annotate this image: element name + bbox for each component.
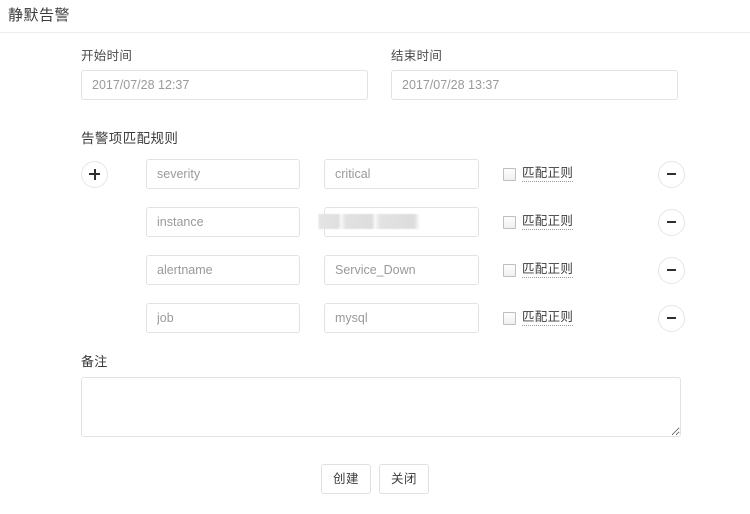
- footer-actions: 创建 关闭: [0, 464, 750, 494]
- page-title: 静默告警: [8, 7, 71, 24]
- remove-rule-button[interactable]: [658, 256, 685, 284]
- remark-textarea[interactable]: [81, 377, 681, 437]
- add-rule-slot-placeholder: [81, 257, 146, 284]
- remove-rule-button[interactable]: [658, 208, 685, 236]
- create-button[interactable]: 创建: [320, 464, 371, 494]
- regex-cell: 匹配正则: [503, 310, 623, 326]
- regex-label[interactable]: 匹配正则: [522, 214, 574, 230]
- add-rule-slot-placeholder: [81, 209, 146, 236]
- regex-label[interactable]: 匹配正则: [522, 262, 574, 278]
- rule-value-input[interactable]: [324, 207, 479, 237]
- remove-rule-button[interactable]: [658, 304, 685, 332]
- regex-checkbox[interactable]: [503, 311, 516, 325]
- regex-label[interactable]: 匹配正则: [522, 166, 574, 182]
- remove-rule-cell: [658, 304, 685, 332]
- regex-checkbox[interactable]: [503, 167, 516, 181]
- rule-row: 匹配正则: [81, 254, 750, 286]
- remove-rule-cell: [658, 256, 685, 284]
- end-time-label: 结束时间: [391, 49, 443, 63]
- remark-section: 备注: [0, 353, 750, 437]
- start-time-label: 开始时间: [81, 49, 133, 63]
- end-time-group: 结束时间: [391, 48, 678, 100]
- rule-value-input[interactable]: [324, 159, 479, 189]
- start-time-input[interactable]: [81, 70, 368, 100]
- rule-row: 匹配正则: [81, 206, 750, 238]
- end-time-input[interactable]: [391, 70, 678, 100]
- page-header: 静默告警: [0, 0, 750, 33]
- add-rule-slot: [81, 160, 146, 188]
- start-time-group: 开始时间: [81, 48, 368, 100]
- rule-key-input[interactable]: [146, 207, 300, 237]
- rule-row: 匹配正则: [81, 158, 750, 190]
- remove-rule-cell: [658, 208, 685, 236]
- match-rules-section: 告警项匹配规则 匹配正则: [0, 129, 750, 334]
- rule-row: 匹配正则: [81, 302, 750, 334]
- regex-cell: 匹配正则: [503, 214, 623, 230]
- rule-key-input[interactable]: [146, 255, 300, 285]
- match-rules-list: 匹配正则: [81, 158, 750, 334]
- match-rules-title: 告警项匹配规则: [81, 131, 179, 146]
- remove-rule-button[interactable]: [658, 160, 685, 188]
- time-range-row: 开始时间 结束时间: [0, 33, 750, 100]
- add-rule-button[interactable]: [81, 160, 108, 188]
- close-button[interactable]: 关闭: [379, 464, 430, 494]
- regex-checkbox[interactable]: [503, 215, 516, 229]
- rule-value-masked-wrapper: [300, 207, 479, 237]
- minus-icon: [667, 221, 676, 223]
- regex-cell: 匹配正则: [503, 262, 623, 278]
- regex-checkbox[interactable]: [503, 263, 516, 277]
- add-rule-slot-placeholder: [81, 305, 146, 332]
- minus-icon: [667, 173, 676, 175]
- remove-rule-cell: [658, 160, 685, 188]
- rule-value-input[interactable]: [324, 255, 479, 285]
- rule-value-input[interactable]: [324, 303, 479, 333]
- plus-icon: [89, 168, 100, 180]
- rule-key-input[interactable]: [146, 159, 300, 189]
- silence-alert-form: 开始时间 结束时间 告警项匹配规则 匹配正则: [0, 33, 750, 494]
- remark-label: 备注: [81, 354, 108, 369]
- regex-label[interactable]: 匹配正则: [522, 310, 574, 326]
- regex-cell: 匹配正则: [503, 166, 623, 182]
- rule-key-input[interactable]: [146, 303, 300, 333]
- minus-icon: [667, 269, 676, 271]
- minus-icon: [667, 317, 676, 319]
